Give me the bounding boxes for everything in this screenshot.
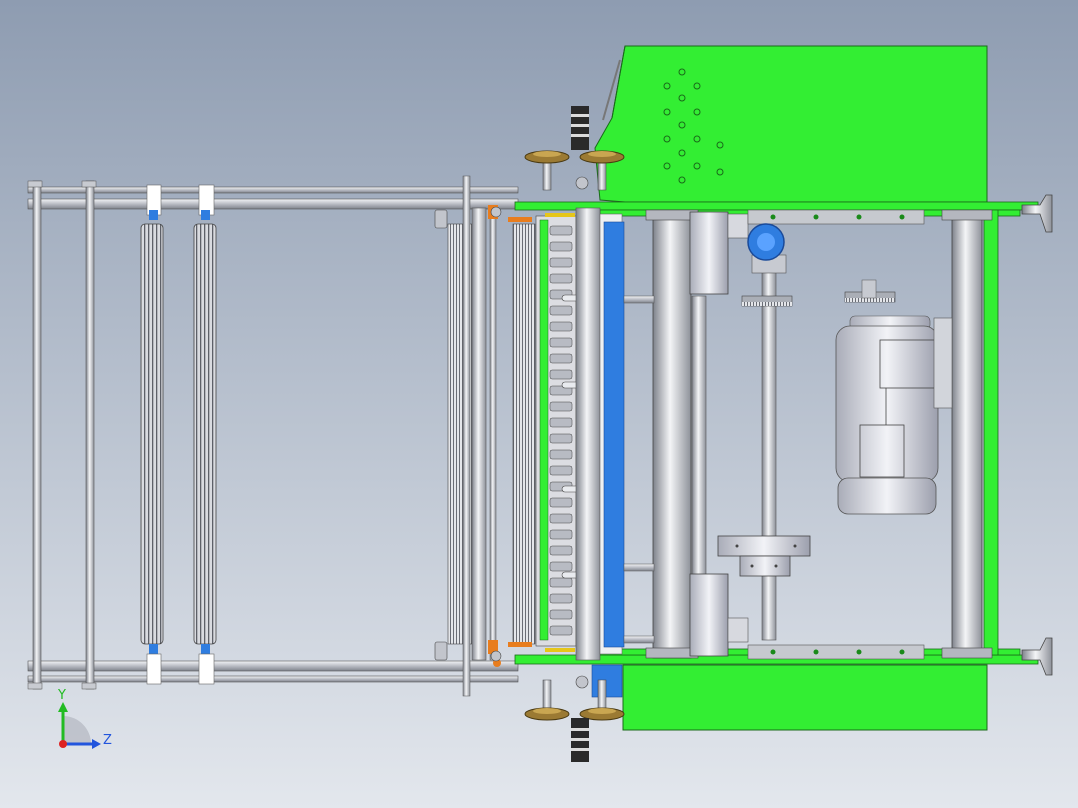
knife-segment xyxy=(549,577,573,588)
feed-roller-2[interactable] xyxy=(193,184,217,685)
feed-roller-1[interactable] xyxy=(140,184,164,685)
knife-segment xyxy=(549,449,573,460)
spring-top xyxy=(571,106,589,150)
cad-viewport[interactable]: Y Z xyxy=(0,0,1078,808)
frame-post-2 xyxy=(85,180,95,690)
knife-segment xyxy=(549,305,573,316)
knife-segment xyxy=(549,257,573,268)
knife-segment xyxy=(549,609,573,620)
knife-segment xyxy=(549,529,573,540)
slotted-bar-top xyxy=(747,209,925,225)
bottom-rail-lower xyxy=(27,675,519,683)
knife-segment xyxy=(549,353,573,364)
knife-segment xyxy=(549,369,573,380)
top-rail-lower xyxy=(27,198,519,210)
knife-segment xyxy=(549,465,573,476)
triad-y-label: Y xyxy=(57,688,66,703)
knife-segment xyxy=(549,545,573,556)
blade-rack-left[interactable] xyxy=(447,175,536,697)
knife-segment xyxy=(549,241,573,252)
knife-segment xyxy=(549,561,573,572)
frame-post-1 xyxy=(32,180,42,690)
knife-segment xyxy=(549,417,573,428)
slotted-bar-bottom xyxy=(747,644,925,660)
top-rail-upper xyxy=(27,186,519,194)
green-housing-top[interactable] xyxy=(594,45,988,203)
knife-segment xyxy=(549,513,573,524)
knife-segment xyxy=(549,433,573,444)
assembly-drawing[interactable]: Y Z xyxy=(0,0,1078,808)
spring-bottom xyxy=(571,718,589,762)
triad-z-label: Z xyxy=(103,733,112,748)
knife-segment xyxy=(549,337,573,348)
knife-segment xyxy=(549,593,573,604)
knife-segment xyxy=(549,625,573,636)
drive-roller-2[interactable] xyxy=(691,295,707,579)
knife-segment xyxy=(549,321,573,332)
knife-segment xyxy=(549,497,573,508)
green-housing-bottom[interactable] xyxy=(622,664,988,731)
knife-segment xyxy=(549,273,573,284)
knife-segment xyxy=(549,401,573,412)
sprocket-left xyxy=(741,295,793,307)
knife-segment xyxy=(549,225,573,236)
bottom-rail-upper xyxy=(27,660,519,672)
